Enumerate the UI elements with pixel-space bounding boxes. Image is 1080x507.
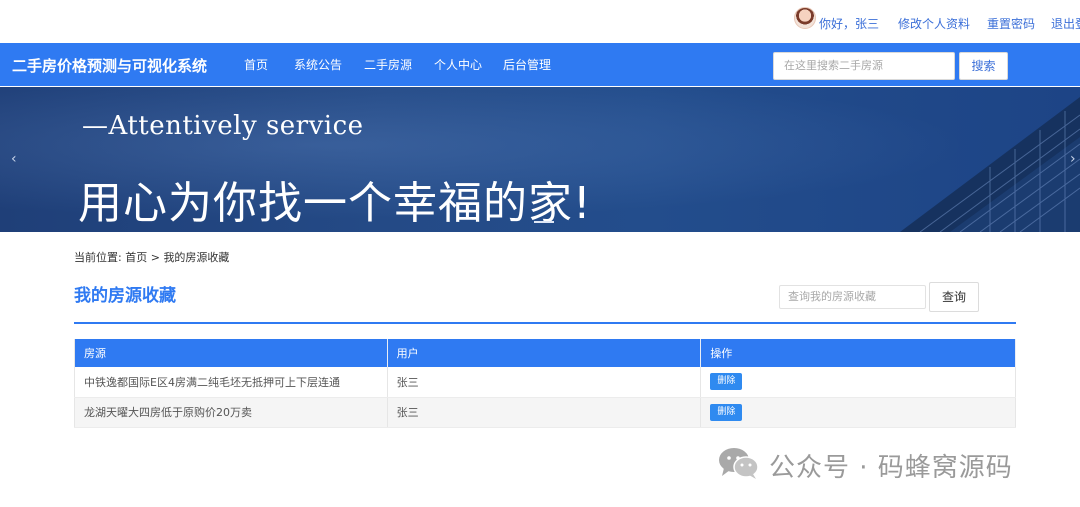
banner-title: 用心为你找一个幸福的家! xyxy=(78,178,592,229)
carousel-indicator[interactable] xyxy=(534,221,554,223)
cell-user: 张三 xyxy=(387,367,702,398)
main-navbar: 二手房价格预测与可视化系统 首页 系统公告 二手房源 个人中心 后台管理 搜索 xyxy=(0,43,1080,86)
delete-button[interactable]: 删除 xyxy=(710,403,743,421)
favorites-table: 房源 用户 操作 中铁逸都国际E区4房满二纯毛坯无抵押可上下层连通 张三 删除 … xyxy=(74,339,1016,428)
cell-action: 删除 xyxy=(700,397,1016,428)
watermark-text: 公众号 · 码蜂窝源码 xyxy=(769,453,1013,483)
banner-next-arrow[interactable]: › xyxy=(1070,151,1076,167)
table-row: 中铁逸都国际E区4房满二纯毛坯无抵押可上下层连通 张三 删除 xyxy=(74,367,1016,398)
banner-subtitle: —Attentively service xyxy=(82,111,364,141)
breadcrumb-current: 我的房源收藏 xyxy=(163,251,230,264)
table-row: 龙湖天曜大四房低于原购价20万卖 张三 删除 xyxy=(74,397,1016,428)
cell-user: 张三 xyxy=(387,397,702,428)
top-user-bar: 你好，张三 修改个人资料 重置密码 退出登 xyxy=(0,0,1080,42)
nav-item-profile[interactable]: 个人中心 xyxy=(434,56,482,73)
nav-item-announcements[interactable]: 系统公告 xyxy=(294,56,342,73)
nav-item-home[interactable]: 首页 xyxy=(244,56,268,73)
column-header-house: 房源 xyxy=(74,339,388,367)
site-brand[interactable]: 二手房价格预测与可视化系统 xyxy=(12,55,207,76)
logout-link[interactable]: 退出登 xyxy=(1051,15,1080,32)
search-button[interactable]: 搜索 xyxy=(959,52,1008,80)
greeting-link[interactable]: 你好，张三 xyxy=(819,15,879,32)
cell-house[interactable]: 中铁逸都国际E区4房满二纯毛坯无抵押可上下层连通 xyxy=(74,367,388,398)
user-avatar[interactable] xyxy=(794,7,816,29)
banner-prev-arrow[interactable]: ‹ xyxy=(11,151,17,167)
breadcrumb-prefix: 当前位置: xyxy=(74,251,122,264)
nav-item-listings[interactable]: 二手房源 xyxy=(364,56,412,73)
favorites-search-input[interactable] xyxy=(779,285,926,309)
edit-profile-link[interactable]: 修改个人资料 xyxy=(898,15,970,32)
delete-button[interactable]: 删除 xyxy=(710,373,743,391)
column-header-user: 用户 xyxy=(387,339,702,367)
house-search-input[interactable] xyxy=(773,52,955,80)
column-header-action: 操作 xyxy=(700,339,1016,367)
breadcrumb-home-link[interactable]: 首页 xyxy=(125,251,147,264)
wechat-icon xyxy=(719,448,759,479)
building-illustration xyxy=(900,97,1080,232)
cell-house[interactable]: 龙湖天曜大四房低于原购价20万卖 xyxy=(74,397,388,428)
cell-action: 删除 xyxy=(700,367,1016,398)
page-title: 我的房源收藏 xyxy=(74,286,176,306)
breadcrumb: 当前位置: 首页 > 我的房源收藏 xyxy=(74,249,229,265)
table-header-row: 房源 用户 操作 xyxy=(74,339,1016,367)
breadcrumb-separator: > xyxy=(150,251,160,264)
hero-banner: —Attentively service 用心为你找一个幸福的家! ‹ › xyxy=(0,87,1080,232)
reset-password-link[interactable]: 重置密码 xyxy=(987,15,1035,32)
query-button[interactable]: 查询 xyxy=(929,282,979,312)
nav-item-admin[interactable]: 后台管理 xyxy=(503,56,551,73)
title-divider xyxy=(74,322,1016,324)
